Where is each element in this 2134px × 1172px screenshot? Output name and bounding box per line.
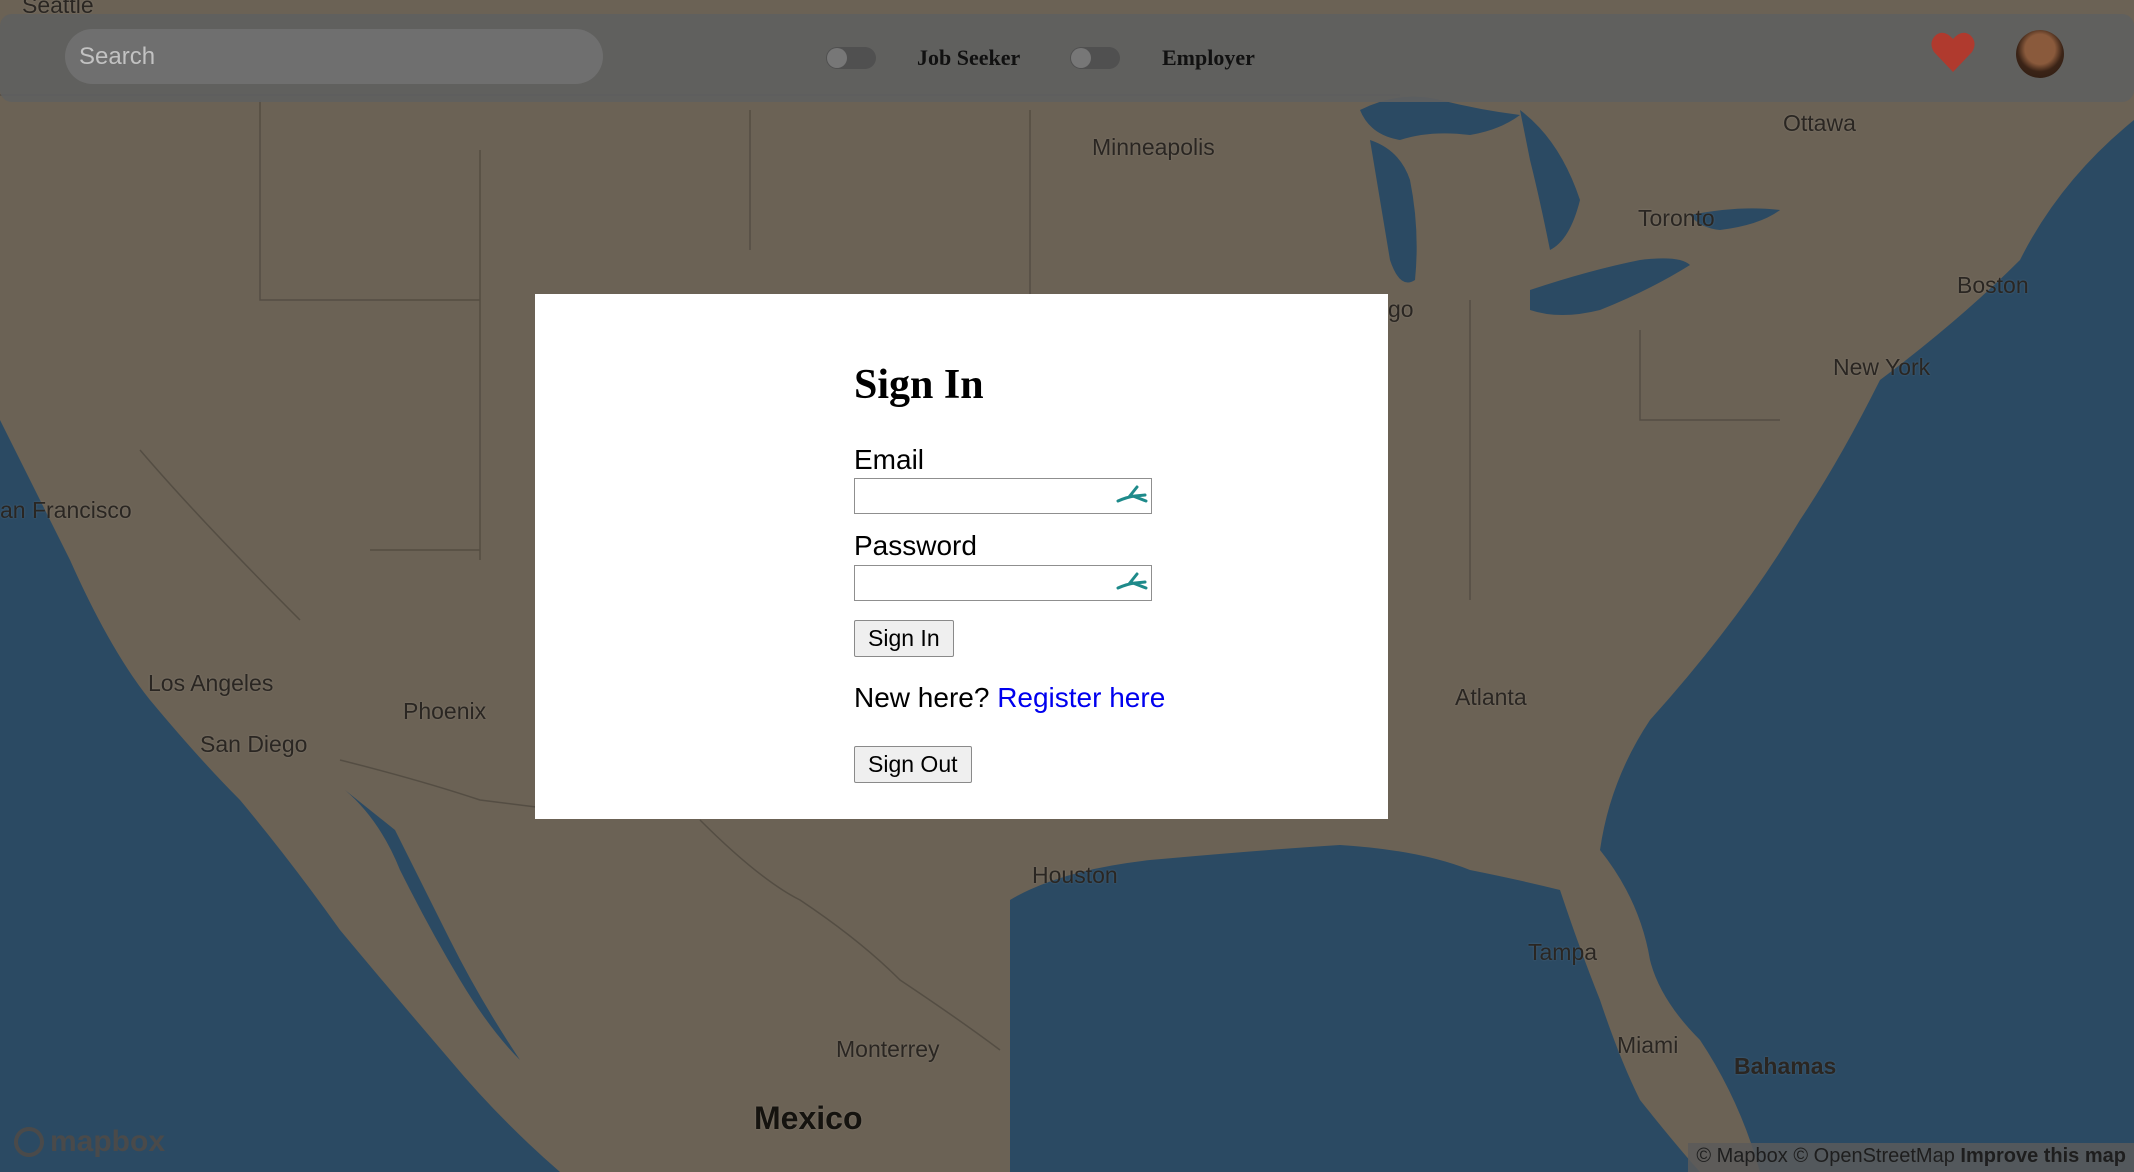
signout-button[interactable]: Sign Out: [854, 746, 972, 783]
email-field[interactable]: [854, 478, 1152, 514]
job-seeker-label: Job Seeker: [917, 45, 1021, 70]
city-label-miami: Miami: [1617, 1032, 1679, 1058]
new-here-text: New here?: [854, 682, 990, 713]
city-label-minneapolis: Minneapolis: [1092, 134, 1215, 160]
attribution-osm[interactable]: © OpenStreetMap: [1793, 1145, 1954, 1167]
attribution-mapbox[interactable]: © Mapbox: [1696, 1145, 1787, 1167]
mapbox-logo[interactable]: mapbox: [14, 1125, 165, 1159]
top-bar: Job Seeker Employer: [0, 14, 2134, 102]
city-label-san-francisco: an Francisco: [0, 497, 132, 523]
city-label-los-angeles: Los Angeles: [148, 670, 274, 696]
city-label-ottawa: Ottawa: [1783, 110, 1856, 136]
user-avatar[interactable]: [2016, 30, 2064, 78]
employer-toggle[interactable]: [1070, 47, 1120, 69]
password-field[interactable]: [854, 565, 1152, 601]
city-label-bahamas: Bahamas: [1734, 1053, 1837, 1079]
mapbox-logo-text: mapbox: [50, 1125, 166, 1158]
signin-title: Sign In: [854, 362, 984, 408]
map-attribution: © Mapbox © OpenStreetMap Improve this ma…: [1688, 1143, 2134, 1172]
signin-button[interactable]: Sign In: [854, 620, 954, 657]
register-prompt: New here? Register here: [854, 682, 1165, 714]
city-label-chicago: go: [1388, 296, 1414, 322]
city-label-boston: Boston: [1957, 272, 2029, 298]
signin-form: Sign In: [854, 364, 984, 406]
city-label-atlanta: Atlanta: [1455, 684, 1527, 710]
employer-label: Employer: [1162, 45, 1255, 70]
city-label-new-york: New York: [1833, 354, 1931, 380]
city-label-tampa: Tampa: [1528, 939, 1598, 965]
toggle-knob: [1071, 48, 1091, 68]
attribution-improve-link[interactable]: Improve this map: [1960, 1145, 2126, 1167]
job-seeker-toggle[interactable]: [826, 47, 876, 69]
email-label: Email: [854, 444, 925, 475]
city-label-monterrey: Monterrey: [836, 1036, 940, 1062]
password-label: Password: [854, 530, 977, 561]
city-label-toronto: Toronto: [1638, 205, 1715, 231]
signin-modal: Sign In Email Password Sign In New here?…: [535, 294, 1388, 819]
city-label-phoenix: Phoenix: [403, 698, 487, 724]
toggle-knob: [827, 48, 847, 68]
city-label-houston: Houston: [1032, 862, 1118, 888]
password-manager-icon[interactable]: [1115, 570, 1149, 596]
country-label-mexico: Mexico: [754, 1100, 863, 1136]
favorites-heart-icon[interactable]: [1930, 30, 1976, 74]
city-label-san-diego: San Diego: [200, 731, 308, 757]
password-manager-icon[interactable]: [1115, 483, 1149, 509]
search-input[interactable]: [65, 29, 603, 84]
mapbox-icon: [14, 1127, 44, 1157]
register-link[interactable]: Register here: [997, 682, 1165, 713]
